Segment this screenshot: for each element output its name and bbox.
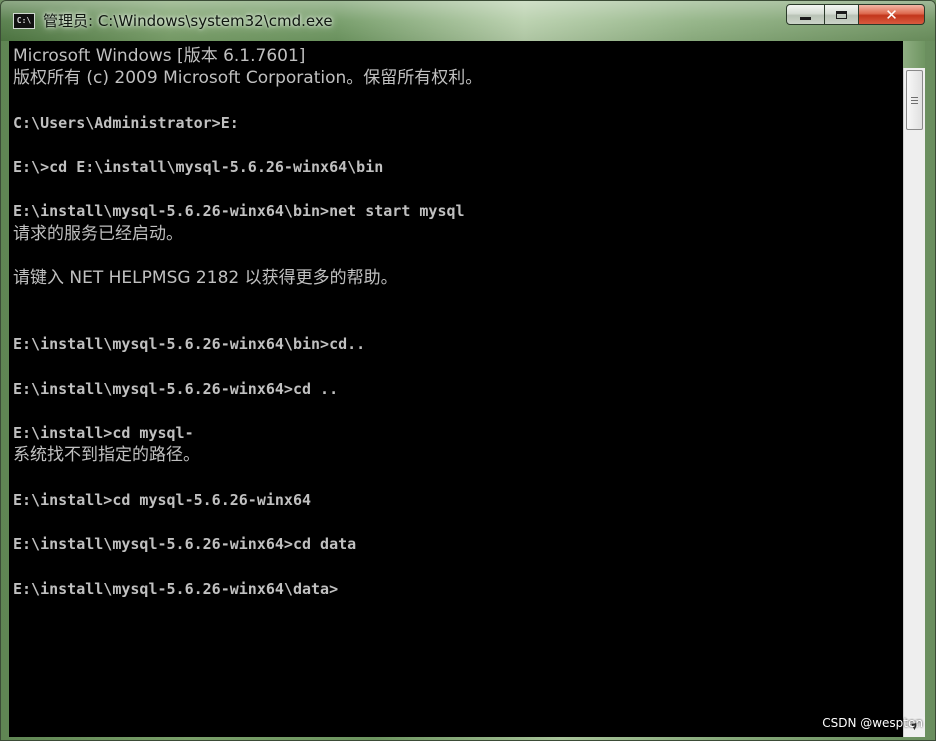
console-line: C:\Users\Administrator>E: [13, 113, 239, 132]
minimize-icon [800, 17, 811, 20]
window-frame-right [903, 41, 925, 68]
watermark: CSDN @wespten [822, 716, 923, 730]
minimize-button[interactable] [786, 4, 825, 25]
console-line: 版权所有 (c) 2009 Microsoft Corporation。保留所有… [13, 68, 483, 89]
close-icon: ✕ [885, 5, 898, 24]
console-line: E:\install\mysql-5.6.26-winx64\bin>cd.. [13, 335, 366, 354]
window-title: 管理员: C:\Windows\system32\cmd.exe [43, 12, 333, 30]
console-line: 系统找不到指定的路径。 [13, 445, 200, 466]
maximize-icon [836, 10, 847, 19]
grip-icon [911, 96, 918, 104]
console-line: E:\install>cd mysql- [13, 424, 194, 443]
console-line: E:\install>cd mysql-5.6.26-winx64 [13, 490, 312, 509]
console-line: E:\install\mysql-5.6.26-winx64\bin>net s… [13, 202, 465, 221]
console-lines: Microsoft Windows [版本 6.1.7601] 版权所有 (c) … [13, 45, 482, 600]
cmd-icon[interactable]: C:\ [13, 13, 35, 29]
console-line: E:\install\mysql-5.6.26-winx64>cd data [13, 535, 357, 554]
scrollbar-thumb[interactable] [906, 70, 923, 130]
title-bar[interactable]: C:\ 管理员: C:\Windows\system32\cmd.exe ✕ [1, 1, 935, 41]
console-line: 请键入 NET HELPMSG 2182 以获得更多的帮助。 [13, 267, 398, 288]
console-line: 请求的服务已经启动。 [13, 223, 183, 244]
close-button[interactable]: ✕ [859, 4, 925, 25]
console-line: E:\>cd E:\install\mysql-5.6.26-winx64\bi… [13, 157, 384, 176]
console-line: E:\install\mysql-5.6.26-winx64\data> [13, 579, 339, 598]
console-output[interactable]: Microsoft Windows [版本 6.1.7601] 版权所有 (c) … [9, 41, 903, 737]
vertical-scrollbar[interactable]: ▲ ▼ [903, 68, 925, 737]
console-line: Microsoft Windows [版本 6.1.7601] [13, 46, 306, 66]
cmd-window: C:\ 管理员: C:\Windows\system32\cmd.exe ✕ M… [0, 0, 936, 741]
maximize-button[interactable] [825, 4, 859, 25]
console-line: E:\install\mysql-5.6.26-winx64>cd .. [13, 379, 339, 398]
